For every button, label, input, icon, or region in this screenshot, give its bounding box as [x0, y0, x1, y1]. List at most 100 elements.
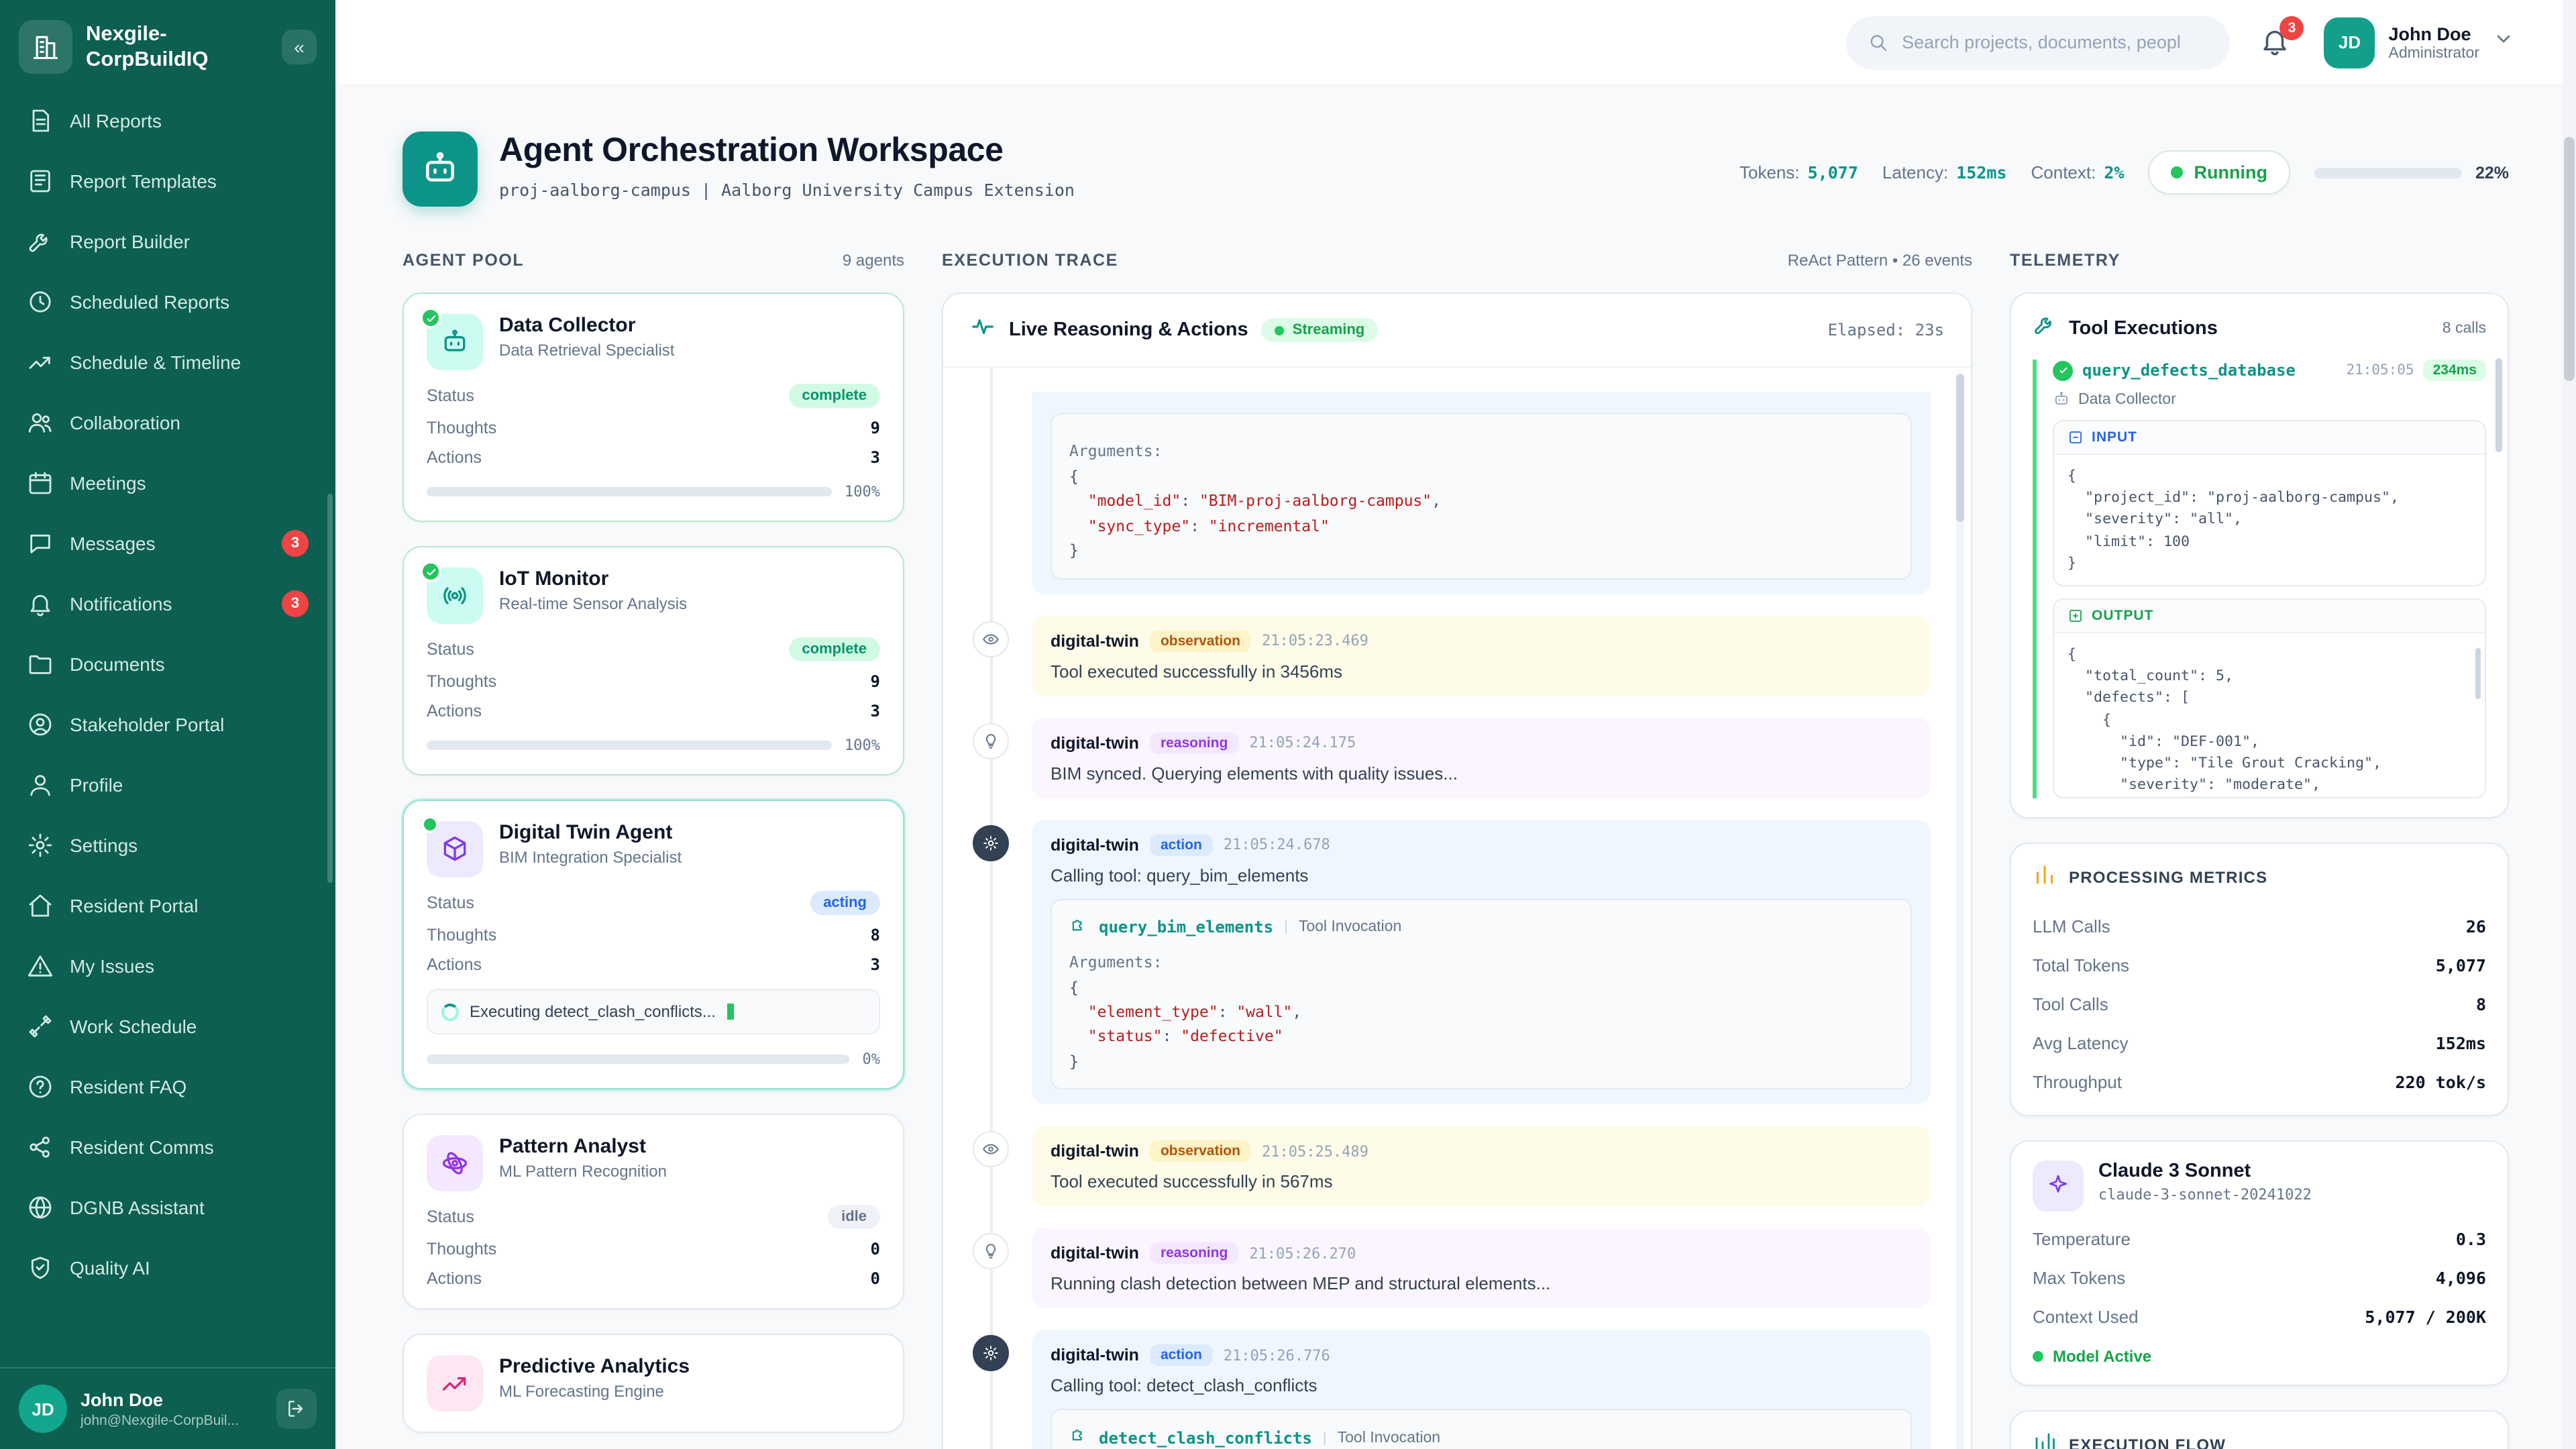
active-dot	[2033, 1351, 2043, 1362]
agent-card-digital-twin[interactable]: Digital Twin Agent BIM Integration Speci…	[402, 800, 904, 1089]
trace-event: digital-twin action 21:05:24.678 Calling…	[973, 819, 1931, 1104]
sidebar-item-label: Notifications	[70, 592, 172, 614]
trace-scrollbar[interactable]	[1956, 372, 1964, 1449]
avatar: JD	[2324, 17, 2375, 68]
sidebar-item-work-schedule[interactable]: Work Schedule	[13, 996, 322, 1056]
telemetry-column: TELEMETRY Tool Executions 8 calls qu	[2010, 247, 2509, 1449]
agent-card-iot-monitor[interactable]: IoT Monitor Real-time Sensor Analysis St…	[402, 546, 904, 775]
sidebar-item-scheduled-reports[interactable]: Scheduled Reports	[13, 271, 322, 331]
page-subtitle: proj-aalborg-campus | Aalborg University…	[499, 180, 1075, 200]
tool-card-scrollbar[interactable]	[2496, 358, 2502, 452]
sidebar-item-label: All Reports	[70, 109, 162, 131]
event-type-badge: action	[1150, 834, 1213, 855]
chevron-down-icon	[2493, 28, 2514, 56]
sidebar-nav: All Reports Report Templates Report Buil…	[0, 90, 335, 1367]
user-email: john@Nexgile-CorpBuil...	[80, 1412, 239, 1428]
sidebar-item-dgnb-assistant[interactable]: DGNB Assistant	[13, 1177, 322, 1237]
event-type-badge: reasoning	[1150, 732, 1238, 753]
topbar: 3 JD John Doe Administrator	[335, 0, 2576, 86]
search-input[interactable]	[1902, 32, 2208, 52]
check-icon	[420, 307, 441, 329]
sidebar-item-quality-ai[interactable]: Quality AI	[13, 1237, 322, 1297]
sidebar-item-all-reports[interactable]: All Reports	[13, 90, 322, 150]
sidebar-item-notifications[interactable]: Notifications 3	[13, 573, 322, 633]
execution-trace-column: EXECUTION TRACE ReAct Pattern • 26 event…	[942, 247, 1972, 1449]
event-type-badge: observation	[1150, 630, 1251, 651]
overall-progress: 22%	[2314, 163, 2509, 182]
sidebar-item-label: Profile	[70, 773, 123, 795]
bell-icon	[27, 590, 54, 616]
sidebar-item-resident-faq[interactable]: Resident FAQ	[13, 1056, 322, 1116]
page-scrollbar-thumb[interactable]	[2564, 137, 2575, 381]
user-name: John Doe	[80, 1389, 239, 1409]
check-icon	[2053, 360, 2073, 380]
sidebar-item-schedule-timeline[interactable]: Schedule & Timeline	[13, 331, 322, 392]
agent-pool-title: AGENT POOL	[402, 251, 524, 270]
check-icon	[420, 561, 441, 582]
output-scrollbar[interactable]	[2475, 648, 2481, 699]
streaming-badge: Streaming	[1262, 318, 1379, 342]
notifications-button[interactable]: 3	[2260, 25, 2295, 60]
globe-icon	[27, 1193, 54, 1220]
event-type-badge: reasoning	[1150, 1242, 1238, 1264]
code-block: { "total_count": 5, "defects": [ { "id":…	[2054, 633, 2485, 797]
page-scrollbar[interactable]	[2563, 0, 2576, 1449]
wrench-icon	[2033, 313, 2057, 343]
sidebar-item-profile[interactable]: Profile	[13, 754, 322, 814]
user-menu[interactable]: JD John Doe Administrator	[2324, 17, 2515, 68]
output-icon	[2068, 608, 2084, 624]
tool-execution-entry[interactable]: query_defects_database 21:05:05 234ms Da…	[2033, 360, 2486, 798]
puzzle-icon	[1069, 1425, 1088, 1449]
sidebar-item-report-builder[interactable]: Report Builder	[13, 211, 322, 271]
sidebar-scrollbar[interactable]	[327, 494, 333, 883]
sidebar-item-messages[interactable]: Messages 3	[13, 513, 322, 573]
trace-event: digital-twin reasoning 21:05:26.270 Runn…	[973, 1228, 1931, 1308]
sidebar-item-label: Collaboration	[70, 411, 180, 433]
sidebar-item-stakeholder-portal[interactable]: Stakeholder Portal	[13, 694, 322, 754]
execution-flow-card: EXECUTION FLOW 1 Data Collection	[2010, 1410, 2509, 1449]
agent-card-data-collector[interactable]: Data Collector Data Retrieval Specialist…	[402, 292, 904, 522]
share-nodes-icon	[27, 1133, 54, 1160]
agent-card-pattern-analyst[interactable]: Pattern Analyst ML Pattern Recognition S…	[402, 1114, 904, 1309]
flow-icon	[2033, 1430, 2057, 1449]
status-badge: complete	[788, 384, 880, 408]
trace-event: digital-twin action 21:05:26.776 Calling…	[973, 1330, 1931, 1449]
page-header: Agent Orchestration Workspace proj-aalbo…	[402, 86, 2509, 207]
activity-icon	[970, 314, 996, 346]
metric-row: Throughput220 tok/s	[2011, 1063, 2508, 1102]
sidebar-item-resident-comms[interactable]: Resident Comms	[13, 1116, 322, 1177]
telemetry-title: TELEMETRY	[2010, 251, 2121, 270]
main-area: 3 JD John Doe Administrator Age	[335, 0, 2576, 1449]
sidebar-item-label: Meetings	[70, 472, 146, 493]
robot-icon	[2053, 390, 2070, 408]
logout-button[interactable]	[276, 1389, 317, 1429]
sidebar-item-resident-portal[interactable]: Resident Portal	[13, 875, 322, 935]
trace-event: digital-twin observation 21:05:25.489 To…	[973, 1126, 1931, 1206]
sidebar-item-label: Report Builder	[70, 230, 190, 252]
agent-card-predictive-analytics[interactable]: Predictive Analytics ML Forecasting Engi…	[402, 1334, 904, 1433]
metric-row: Max Tokens4,096	[2011, 1258, 2508, 1297]
trace-event-partial: Arguments: { "model_id": "BIM-proj-aalbo…	[973, 392, 1931, 594]
sidebar-item-meetings[interactable]: Meetings	[13, 452, 322, 513]
question-circle-icon	[27, 1073, 54, 1099]
sidebar-item-documents[interactable]: Documents	[13, 633, 322, 694]
notifications-count-badge: 3	[282, 590, 309, 616]
sidebar-item-label: My Issues	[70, 955, 154, 976]
event-type-badge: observation	[1150, 1140, 1251, 1162]
stat-latency: Latency: 152ms	[1882, 162, 2007, 182]
user-circle-icon	[27, 710, 54, 737]
signal-icon	[427, 568, 483, 624]
active-dot	[421, 816, 439, 833]
sidebar-item-my-issues[interactable]: My Issues	[13, 935, 322, 996]
metric-row: Tool Calls8	[2011, 985, 2508, 1024]
trend-icon	[27, 348, 54, 375]
puzzle-icon	[1069, 914, 1088, 940]
sidebar-item-report-templates[interactable]: Report Templates	[13, 150, 322, 211]
tools-icon	[27, 1012, 54, 1039]
sidebar-item-settings[interactable]: Settings	[13, 814, 322, 875]
sidebar-collapse-button[interactable]: «	[282, 30, 317, 64]
metric-row: Total Tokens5,077	[2011, 946, 2508, 985]
sidebar-item-label: Quality AI	[70, 1256, 150, 1278]
sidebar-item-collaboration[interactable]: Collaboration	[13, 392, 322, 452]
home-icon	[27, 892, 54, 918]
